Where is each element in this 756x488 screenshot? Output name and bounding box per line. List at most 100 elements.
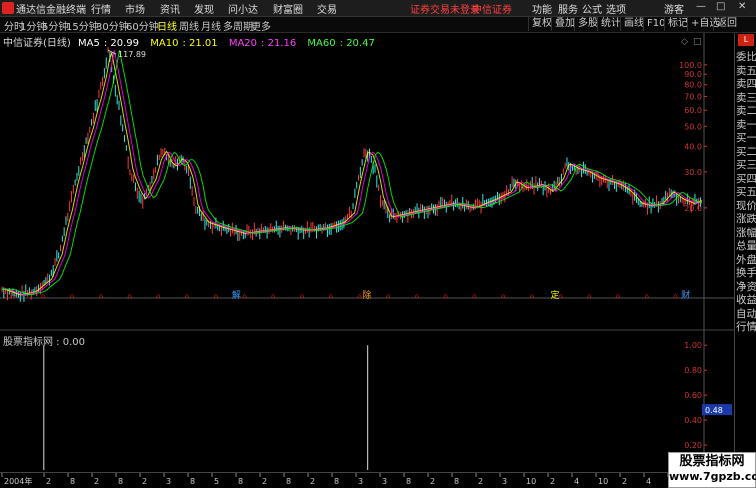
ma60-value: 20.47 — [346, 38, 375, 49]
date-label: 2 — [94, 477, 99, 486]
menu-trade[interactable]: 交易 — [317, 1, 337, 16]
price-chart[interactable]: ◇ □100.090.080.070.060.050.040.030.020.01… — [0, 33, 734, 470]
period-daily[interactable]: 日线 — [157, 18, 177, 33]
period-multi[interactable]: 多周期 — [223, 18, 253, 33]
maximize-icon[interactable]: □ — [716, 1, 725, 12]
ind-y-tick-label: 0.20 — [684, 441, 702, 450]
event-mark[interactable]: ⌂ — [41, 292, 45, 300]
y-tick-label: 30.0 — [684, 168, 702, 177]
date-label: 3 — [382, 477, 387, 486]
event-mark[interactable]: ⌂ — [156, 292, 160, 300]
guest-label[interactable]: 游客 — [664, 1, 684, 16]
ma10-value: 21.01 — [189, 38, 218, 49]
login-notice[interactable]: 证券交易未登录 — [410, 1, 480, 16]
chart-maximize-icon[interactable]: □ — [693, 37, 702, 47]
period-30min[interactable]: 30分钟 — [96, 18, 129, 33]
ma20-value: 21.16 — [267, 38, 297, 49]
date-label: 10 — [526, 477, 536, 486]
event-mark[interactable]: ⌂ — [300, 292, 304, 300]
level-badge[interactable]: L — [738, 34, 754, 46]
app-logo-icon — [2, 2, 14, 14]
period-5min[interactable]: 5分钟 — [42, 18, 68, 33]
event-mark[interactable]: ⌂ — [673, 292, 677, 300]
period-more[interactable]: 更多 — [251, 18, 271, 33]
event-mark[interactable]: ⌂ — [70, 292, 74, 300]
ind-y-tick-label: 0.80 — [684, 366, 702, 375]
menu-functions[interactable]: 功能 — [532, 1, 552, 16]
event-mark[interactable]: ⌂ — [214, 292, 218, 300]
date-label: 2004年 — [4, 476, 32, 486]
event-mark[interactable]: ⌂ — [12, 292, 16, 300]
event-mark[interactable]: ⌂ — [472, 292, 476, 300]
broker-name[interactable]: 中信证券 — [472, 1, 512, 16]
date-label: 8 — [406, 477, 411, 486]
event-mark[interactable]: ⌂ — [242, 292, 246, 300]
site-watermark: 股票指标网 www.7gpzb.com — [668, 452, 756, 488]
menu-formulas[interactable]: 公式 — [582, 1, 602, 16]
side-panel-item: 行情 — [736, 321, 756, 333]
chart-settings-icon[interactable]: ◇ — [681, 37, 688, 47]
y-tick-label: 60.0 — [684, 106, 702, 115]
ma20-name: MA20 — [228, 38, 258, 49]
ind-y-tick-label: 0.60 — [684, 391, 702, 400]
date-label: 8 — [334, 477, 339, 486]
menu-assistant[interactable]: 问小达 — [228, 1, 258, 16]
y-tick-label: 80.0 — [684, 81, 702, 90]
menu-news[interactable]: 资讯 — [160, 1, 180, 16]
date-label: 4 — [646, 477, 651, 486]
date-label: 2 — [430, 477, 435, 486]
date-label: 2 — [262, 477, 267, 486]
date-label: 2 — [142, 477, 147, 486]
event-badge[interactable]: 解 — [232, 289, 241, 301]
period-60min[interactable]: 60分钟 — [126, 18, 159, 33]
event-mark[interactable]: ⌂ — [386, 292, 390, 300]
menu-market[interactable]: 市场 — [125, 1, 145, 16]
chart-toolbar: 分时 1分钟 5分钟 15分钟 30分钟 60分钟 日线 周线 月线 多周期 更… — [0, 17, 756, 33]
menu-services[interactable]: 服务 — [558, 1, 578, 16]
event-mark[interactable]: ⌂ — [616, 292, 620, 300]
event-mark[interactable]: ⌂ — [415, 292, 419, 300]
event-mark[interactable]: ⌂ — [328, 292, 332, 300]
close-icon[interactable]: ✕ — [738, 1, 746, 12]
ind-y-tick-label: 0.40 — [684, 416, 702, 425]
event-mark[interactable]: ⌂ — [271, 292, 275, 300]
event-mark[interactable]: ⌂ — [127, 292, 131, 300]
date-label: 8 — [286, 477, 291, 486]
event-mark[interactable]: ⌂ — [357, 292, 361, 300]
event-badge[interactable]: 除 — [362, 289, 371, 301]
period-monthly[interactable]: 月线 — [201, 18, 221, 33]
ma10-name: MA10 — [150, 38, 179, 49]
event-mark[interactable]: ⌂ — [645, 292, 649, 300]
menu-bar: 通达信金融终端 行情 市场 资讯 发现 问小达 财富圈 交易 证券交易未登录 中… — [0, 0, 756, 17]
date-label: 3 — [502, 477, 507, 486]
legend-ma5: MA5: 20.99 — [78, 38, 140, 49]
event-mark[interactable]: ⌂ — [530, 292, 534, 300]
period-weekly[interactable]: 周线 — [179, 18, 199, 33]
ind-y-tick-label: 1.00 — [684, 341, 702, 350]
event-badge[interactable]: 财 — [681, 289, 690, 301]
menu-wealth[interactable]: 财富圈 — [273, 1, 303, 16]
event-mark[interactable]: ⌂ — [501, 292, 505, 300]
y-tick-label: 100.0 — [679, 61, 702, 70]
event-badge[interactable]: 定 — [551, 289, 560, 301]
menu-discover[interactable]: 发现 — [194, 1, 214, 16]
date-label: 2 — [550, 477, 555, 486]
menu-quotes[interactable]: 行情 — [91, 1, 111, 16]
event-mark[interactable]: ⌂ — [185, 292, 189, 300]
ma5-value: 20.99 — [110, 38, 140, 49]
quote-side-panel[interactable]: L 委比 卖五 卖四 卖三 卖二 卖一 买一 买二 买三 买四 买五 现价 涨跌 涨幅 总量 外盘 换手 净资 收益… — [734, 33, 756, 487]
indicator-title: 股票指标网 : 0.00 — [3, 337, 85, 348]
event-mark[interactable]: ⌂ — [99, 292, 103, 300]
ma5-name: MA5 — [78, 38, 100, 49]
date-label: 8 — [70, 477, 75, 486]
date-label: 4 — [574, 477, 579, 486]
menu-options[interactable]: 选项 — [606, 1, 626, 16]
date-label: 10 — [598, 477, 608, 486]
period-15min[interactable]: 15分钟 — [66, 18, 99, 33]
minimize-icon[interactable]: — — [696, 1, 706, 12]
event-mark[interactable]: ⌂ — [587, 292, 591, 300]
event-mark[interactable]: ⌂ — [443, 292, 447, 300]
app-title: 通达信金融终端 — [16, 5, 86, 16]
peak-label: 117.89 — [118, 50, 146, 59]
back-button[interactable]: 返回 — [713, 17, 740, 31]
